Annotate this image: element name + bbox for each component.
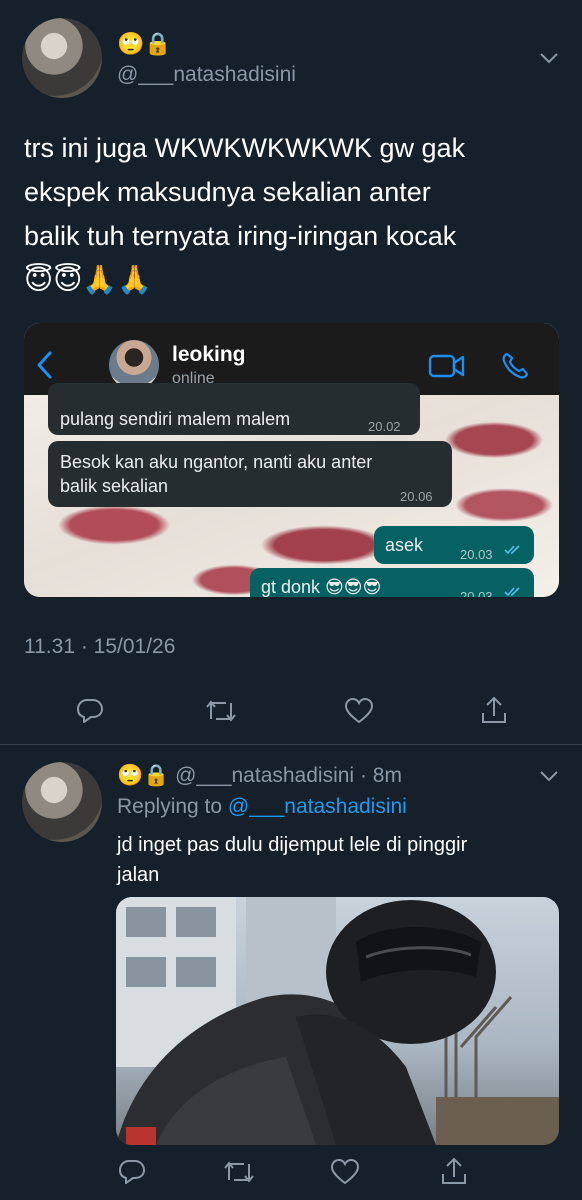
chat-message-incoming: pulang sendiri malem malem 20.02 xyxy=(48,383,420,435)
tweet-text-emojis: 😇😇🙏🙏 xyxy=(24,264,153,295)
double-check-icon xyxy=(504,587,522,597)
reply-text-line: jalan xyxy=(117,864,160,886)
replying-to: Replying to @___natashadisini xyxy=(117,793,407,821)
replying-to-label: Replying to xyxy=(117,795,223,818)
section-divider xyxy=(0,744,582,745)
reply-header: 🙄🔒 @___natashadisini · 8m xyxy=(117,762,402,790)
author-handle[interactable]: @___natashadisini xyxy=(117,62,296,88)
message-time: 20.03 xyxy=(460,547,493,562)
double-check-icon xyxy=(504,545,522,555)
tweet-timestamp[interactable]: 11.31 · 15/01/26 xyxy=(24,635,175,659)
reply-icon[interactable] xyxy=(118,1158,146,1186)
message-text: pulang sendiri malem malem xyxy=(60,409,291,429)
reply-text: jd inget pas dulu dijemput lele di pingg… xyxy=(117,830,567,890)
message-text: Besok kan aku ngantor, nanti aku anter xyxy=(60,452,373,472)
tweet-text-line: trs ini juga WKWKWKWKWK gw gak xyxy=(24,133,466,163)
contact-name: leoking xyxy=(172,343,246,366)
author-name-emojis: 🙄🔒 xyxy=(117,31,172,56)
message-text: balik sekalian xyxy=(60,476,169,496)
tweet-text-line: balik tuh ternyata iring-iringan kocak xyxy=(24,221,457,251)
chevron-down-icon[interactable] xyxy=(538,50,560,66)
chevron-down-icon[interactable] xyxy=(538,768,560,784)
retweet-icon[interactable] xyxy=(222,1158,256,1186)
rider-photo-illustration xyxy=(116,897,559,1145)
reply-avatar[interactable] xyxy=(22,762,102,842)
chat-message-outgoing: asek 20.03 xyxy=(374,526,534,564)
tweet-text: trs ini juga WKWKWKWKWK gw gak ekspek ma… xyxy=(24,126,564,302)
message-text: gt donk 😎😎😎 xyxy=(261,577,382,597)
reply-text-line: jd inget pas dulu dijemput lele di pingg… xyxy=(117,834,468,856)
author-avatar[interactable] xyxy=(22,18,102,98)
reply-handle[interactable]: @___natashadisini xyxy=(175,764,354,787)
retweet-icon[interactable] xyxy=(204,697,238,725)
chat-message-incoming: Besok kan aku ngantor, nanti aku anter b… xyxy=(48,441,452,507)
message-time: 20.03 xyxy=(460,589,493,597)
reply-photo[interactable] xyxy=(116,897,559,1145)
chat-message-outgoing: gt donk 😎😎😎 20.03 xyxy=(250,568,534,597)
reply-name-emojis: 🙄🔒 xyxy=(117,764,170,787)
message-time: 20.06 xyxy=(400,489,433,504)
message-time: 20.02 xyxy=(368,419,401,434)
phone-icon xyxy=(500,351,530,381)
message-text: asek xyxy=(385,535,424,555)
replying-to-handle[interactable]: @___natashadisini xyxy=(228,795,407,818)
like-icon[interactable] xyxy=(344,697,374,725)
reply-time: · 8m xyxy=(359,764,402,787)
back-arrow-icon xyxy=(34,349,56,381)
tweet-text-line: ekspek maksudnya sekalian anter xyxy=(24,177,431,207)
share-icon[interactable] xyxy=(480,695,508,725)
like-icon[interactable] xyxy=(330,1158,360,1186)
video-call-icon xyxy=(428,353,466,379)
share-icon[interactable] xyxy=(440,1156,468,1186)
reply-icon[interactable] xyxy=(76,697,104,725)
attached-chat-screenshot[interactable]: leoking online pulang sendiri malem male… xyxy=(24,323,559,597)
